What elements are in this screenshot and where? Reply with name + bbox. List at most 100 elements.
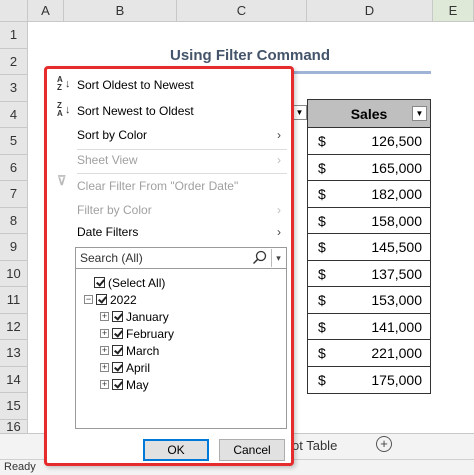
sales-row[interactable]: $145,500 — [308, 234, 430, 261]
tree-item-month[interactable]: + March — [100, 343, 159, 360]
select-all-corner[interactable] — [0, 0, 28, 22]
expand-icon[interactable]: + — [100, 312, 109, 322]
tree-item-label: May — [126, 378, 149, 392]
row-header[interactable]: 7 — [0, 181, 28, 208]
column-header-a[interactable]: A — [28, 0, 64, 22]
sales-row[interactable]: $153,000 — [308, 287, 430, 314]
order-date-filter-button[interactable]: ▼ — [292, 105, 307, 120]
currency-symbol: $ — [318, 265, 326, 282]
sales-row[interactable]: $141,000 — [308, 314, 430, 340]
add-sheet-icon[interactable]: + — [376, 436, 392, 452]
currency-symbol: $ — [318, 159, 326, 176]
sort-by-color[interactable]: Sort by Color › — [47, 123, 291, 147]
date-filters[interactable]: Date Filters › — [47, 220, 291, 244]
row-header[interactable]: 10 — [0, 260, 28, 287]
tree-item-year[interactable]: − 2022 — [84, 292, 137, 309]
sales-filter-button[interactable]: ▼ — [412, 106, 427, 121]
tree-item-month[interactable]: + February — [100, 326, 174, 343]
checkbox-checked-icon[interactable] — [96, 294, 107, 306]
sales-row[interactable]: $137,500 — [308, 261, 430, 287]
sales-value: 182,000 — [371, 186, 422, 202]
tree-item-label: January — [126, 310, 169, 324]
sales-value: 165,000 — [371, 159, 422, 176]
cancel-button[interactable]: Cancel — [219, 439, 285, 461]
sales-row[interactable]: $158,000 — [308, 208, 430, 234]
expand-icon[interactable]: + — [100, 329, 109, 339]
sort-newest-to-oldest[interactable]: Z A ↓ Sort Newest to Oldest — [47, 99, 291, 123]
expand-icon[interactable]: + — [100, 363, 109, 373]
ok-button[interactable]: OK — [143, 439, 209, 461]
tree-item-label: April — [126, 361, 151, 375]
row-header[interactable]: 6 — [0, 154, 28, 181]
sort-oldest-to-newest[interactable]: A Z ↓ Sort Oldest to Newest — [47, 73, 291, 97]
sales-column: Sales ▼ $126,500 $165,000 $182,000 $158,… — [307, 99, 431, 394]
search-placeholder: Search (All) — [80, 251, 143, 265]
sheet-tab[interactable]: ot Table — [292, 438, 337, 453]
filter-by-color: Filter by Color › — [47, 198, 291, 222]
row-header[interactable]: 11 — [0, 287, 28, 314]
currency-symbol: $ — [318, 133, 326, 149]
clear-filter: ⊽ Clear Filter From "Order Date" — [47, 174, 291, 198]
sales-row[interactable]: $126,500 — [308, 128, 430, 155]
tree-item-label: (Select All) — [108, 276, 166, 290]
sheet-view: Sheet View › — [47, 148, 291, 172]
sales-row[interactable]: $165,000 — [308, 155, 430, 181]
row-header[interactable]: 8 — [0, 207, 28, 234]
chevron-right-icon: › — [277, 203, 281, 217]
sales-header: Sales ▼ — [308, 100, 430, 128]
menu-item-label: Sort Oldest to Newest — [77, 78, 194, 92]
currency-symbol: $ — [318, 318, 326, 335]
checkbox-checked-icon[interactable] — [94, 277, 105, 289]
collapse-icon[interactable]: − — [84, 295, 93, 305]
row-header[interactable]: 15 — [0, 393, 28, 420]
tree-item-month[interactable]: + January — [100, 309, 169, 326]
sales-value: 126,500 — [371, 133, 422, 149]
sheet-title: Using Filter Command — [169, 47, 330, 64]
sales-value: 175,000 — [371, 371, 422, 388]
row-header[interactable]: 4 — [0, 101, 28, 128]
checkbox-checked-icon[interactable] — [112, 328, 123, 340]
checkbox-checked-icon[interactable] — [112, 311, 123, 323]
menu-item-label: Clear Filter From "Order Date" — [77, 179, 239, 193]
column-header-e[interactable]: E — [433, 0, 474, 22]
expand-icon[interactable]: + — [100, 380, 109, 390]
row-header[interactable]: 2 — [0, 48, 28, 75]
row-header[interactable]: 1 — [0, 22, 28, 49]
sales-row[interactable]: $175,000 — [308, 367, 430, 394]
checkbox-checked-icon[interactable] — [112, 362, 123, 374]
sort-ascending-icon: A Z ↓ — [57, 75, 71, 92]
row-header[interactable]: 13 — [0, 340, 28, 367]
menu-item-label: Date Filters — [77, 225, 139, 239]
expand-icon[interactable]: + — [100, 346, 109, 356]
row-header[interactable]: 12 — [0, 313, 28, 340]
tree-item-month[interactable]: + April — [100, 360, 150, 377]
menu-item-label: Sort Newest to Oldest — [77, 104, 194, 118]
currency-symbol: $ — [318, 186, 326, 202]
checkbox-checked-icon[interactable] — [112, 345, 123, 357]
checkbox-checked-icon[interactable] — [112, 379, 123, 391]
tree-item-label: February — [126, 327, 175, 341]
search-icon — [252, 250, 268, 266]
column-header-d[interactable]: D — [307, 0, 433, 22]
search-input[interactable]: Search (All) ▾ — [75, 247, 287, 269]
tree-item-month[interactable]: + May — [100, 377, 149, 394]
row-header[interactable]: 14 — [0, 366, 28, 393]
sales-row[interactable]: $182,000 — [308, 181, 430, 208]
column-header-c[interactable]: C — [177, 0, 307, 22]
row-header[interactable]: 3 — [0, 75, 28, 102]
currency-symbol: $ — [318, 292, 326, 308]
row-header[interactable]: 5 — [0, 128, 28, 155]
column-header-b[interactable]: B — [64, 0, 177, 22]
sales-row[interactable]: $221,000 — [308, 340, 430, 367]
sales-value: 153,000 — [371, 292, 422, 308]
tree-item-select-all[interactable]: (Select All) — [94, 275, 165, 292]
sales-value: 221,000 — [371, 345, 422, 361]
title-underline — [290, 71, 431, 74]
search-dropdown-icon[interactable]: ▾ — [271, 249, 285, 267]
status-text: Ready — [4, 461, 36, 473]
sales-value: 141,000 — [371, 318, 422, 335]
sales-value: 145,500 — [371, 239, 422, 255]
row-header[interactable]: 16 — [0, 419, 28, 434]
row-header[interactable]: 9 — [0, 234, 28, 261]
currency-symbol: $ — [318, 345, 326, 361]
